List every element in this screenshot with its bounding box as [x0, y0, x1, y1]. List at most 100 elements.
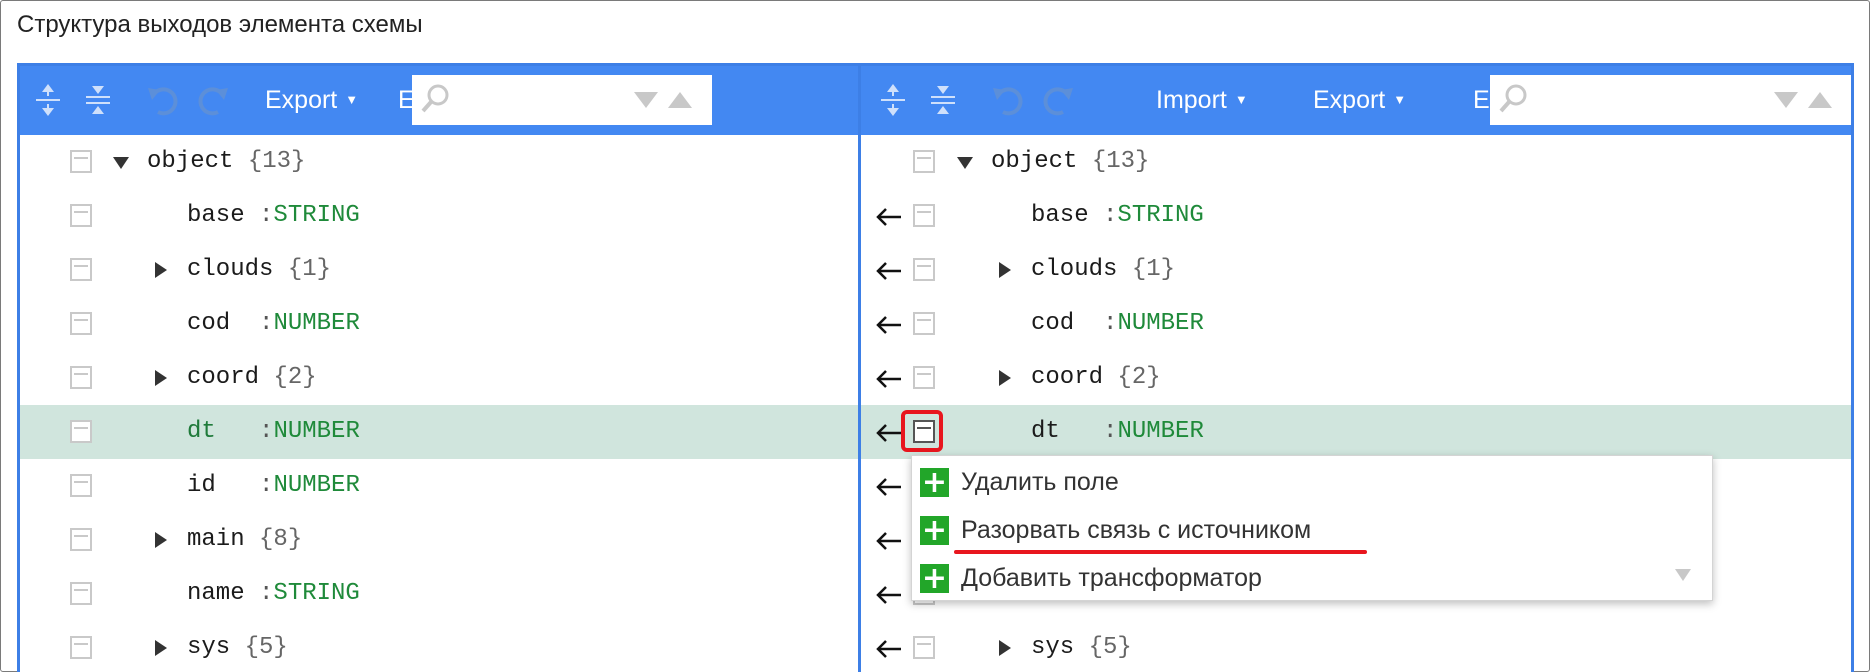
field-name: name: [187, 580, 245, 607]
field-entry: cod :NUMBER: [1031, 310, 1204, 337]
tree-row[interactable]: main {8}: [20, 513, 858, 567]
row-checkbox[interactable]: [913, 150, 935, 173]
field-type: NUMBER: [1117, 310, 1204, 337]
source-tree: object {13} base :STRING clouds {1} cod :NU…: [20, 135, 858, 672]
tree-row[interactable]: id :NUMBER: [20, 459, 858, 513]
field-separator: :: [259, 418, 274, 445]
output-toolbar: Import ▼ Export ▼ E: [861, 66, 1851, 135]
link-arrow-icon: [874, 368, 904, 390]
field-type: NUMBER: [273, 418, 360, 445]
redo-icon[interactable]: [1039, 80, 1079, 120]
expand-triangle-icon[interactable]: [997, 369, 1013, 387]
tree-row[interactable]: cod :NUMBER: [861, 297, 1851, 351]
row-checkbox[interactable]: [913, 204, 935, 227]
highlight-underline: [954, 550, 1367, 554]
row-checkbox[interactable]: [913, 258, 935, 281]
collapse-all-icon[interactable]: [923, 80, 963, 120]
child-count: {5}: [1088, 634, 1132, 661]
search-field[interactable]: [412, 75, 712, 125]
row-checkbox[interactable]: [70, 474, 92, 497]
tree-row[interactable]: base :STRING: [861, 189, 1851, 243]
expand-triangle-icon[interactable]: [153, 531, 169, 549]
link-arrow-icon: [874, 260, 904, 282]
child-count: {2}: [273, 364, 317, 391]
undo-icon[interactable]: [142, 80, 182, 120]
row-checkbox[interactable]: [70, 420, 92, 443]
chevron-down-icon: ▼: [1393, 92, 1407, 107]
source-toolbar: Export ▼ E: [20, 66, 858, 135]
tree-row[interactable]: sys {5}: [20, 621, 858, 672]
field-name: base: [1031, 202, 1089, 229]
truncated-button-label[interactable]: E: [1473, 86, 1490, 115]
window-title: Структура выходов элемента схемы: [17, 11, 423, 38]
search-prev-icon[interactable]: [1808, 92, 1832, 108]
field-entry: dt :NUMBER: [1031, 418, 1204, 445]
field-entry: dt :NUMBER: [187, 418, 360, 445]
export-button[interactable]: Export ▼: [1313, 86, 1406, 115]
row-checkbox[interactable]: [70, 636, 92, 659]
tree-row[interactable]: sys {5}: [861, 621, 1851, 672]
tree-row[interactable]: coord {2}: [20, 351, 858, 405]
search-next-icon[interactable]: [1774, 92, 1798, 108]
expand-triangle-icon[interactable]: [997, 261, 1013, 279]
field-entry: name :STRING: [187, 580, 360, 607]
tree-row[interactable]: object {13}: [20, 135, 858, 189]
field-type: STRING: [1117, 202, 1204, 229]
row-checkbox[interactable]: [70, 528, 92, 551]
collapse-all-icon[interactable]: [78, 80, 118, 120]
row-checkbox[interactable]: [70, 150, 92, 173]
collapse-triangle-icon[interactable]: [957, 153, 973, 171]
search-input[interactable]: [1534, 81, 1734, 117]
tree-row[interactable]: cod :NUMBER: [20, 297, 858, 351]
import-button[interactable]: Import ▼: [1156, 86, 1248, 115]
field-context-menu: + Удалить поле + Разорвать связь с источ…: [911, 455, 1713, 601]
field-name: sys: [1031, 634, 1075, 661]
expand-triangle-icon[interactable]: [153, 639, 169, 657]
field-type: NUMBER: [273, 472, 360, 499]
row-checkbox[interactable]: [913, 636, 935, 659]
row-checkbox[interactable]: [70, 258, 92, 281]
field-entry: object {13}: [991, 148, 1149, 175]
tree-row[interactable]: clouds {1}: [861, 243, 1851, 297]
plus-icon: +: [920, 513, 949, 548]
field-entry: object {13}: [147, 148, 305, 175]
field-entry: sys {5}: [187, 634, 288, 661]
field-name: object: [991, 148, 1078, 175]
tree-row[interactable]: name :STRING: [20, 567, 858, 621]
row-checkbox[interactable]: [70, 204, 92, 227]
expand-triangle-icon[interactable]: [153, 261, 169, 279]
field-entry: base :STRING: [1031, 202, 1204, 229]
field-separator: :: [1103, 310, 1118, 337]
row-checkbox[interactable]: [70, 312, 92, 335]
child-count: {5}: [244, 634, 288, 661]
row-checkbox[interactable]: [70, 366, 92, 389]
field-separator: :: [1103, 202, 1118, 229]
tree-row[interactable]: object {13}: [861, 135, 1851, 189]
collapse-triangle-icon[interactable]: [113, 153, 129, 171]
expand-triangle-icon[interactable]: [153, 369, 169, 387]
expand-all-icon[interactable]: [28, 80, 68, 120]
search-prev-icon[interactable]: [668, 92, 692, 108]
row-checkbox[interactable]: [70, 582, 92, 605]
expand-triangle-icon[interactable]: [997, 639, 1013, 657]
field-name: dt: [187, 418, 216, 445]
link-arrow-icon: [874, 476, 904, 498]
expand-all-icon[interactable]: [873, 80, 913, 120]
tree-row[interactable]: base :STRING: [20, 189, 858, 243]
tree-row[interactable]: dt :NUMBER: [20, 405, 858, 459]
search-input[interactable]: [456, 81, 656, 117]
search-next-icon[interactable]: [634, 92, 658, 108]
tree-row[interactable]: clouds {1}: [20, 243, 858, 297]
row-checkbox[interactable]: [913, 312, 935, 335]
search-field[interactable]: [1490, 75, 1851, 125]
scroll-down-icon[interactable]: [1674, 568, 1692, 582]
undo-icon[interactable]: [987, 80, 1027, 120]
tree-row[interactable]: dt :NUMBER: [861, 405, 1851, 459]
redo-icon[interactable]: [194, 80, 234, 120]
row-checkbox[interactable]: [913, 366, 935, 389]
field-entry: sys {5}: [1031, 634, 1132, 661]
export-button[interactable]: Export ▼: [265, 86, 358, 115]
tree-row[interactable]: coord {2}: [861, 351, 1851, 405]
field-entry: cod :NUMBER: [187, 310, 360, 337]
field-entry: base :STRING: [187, 202, 360, 229]
